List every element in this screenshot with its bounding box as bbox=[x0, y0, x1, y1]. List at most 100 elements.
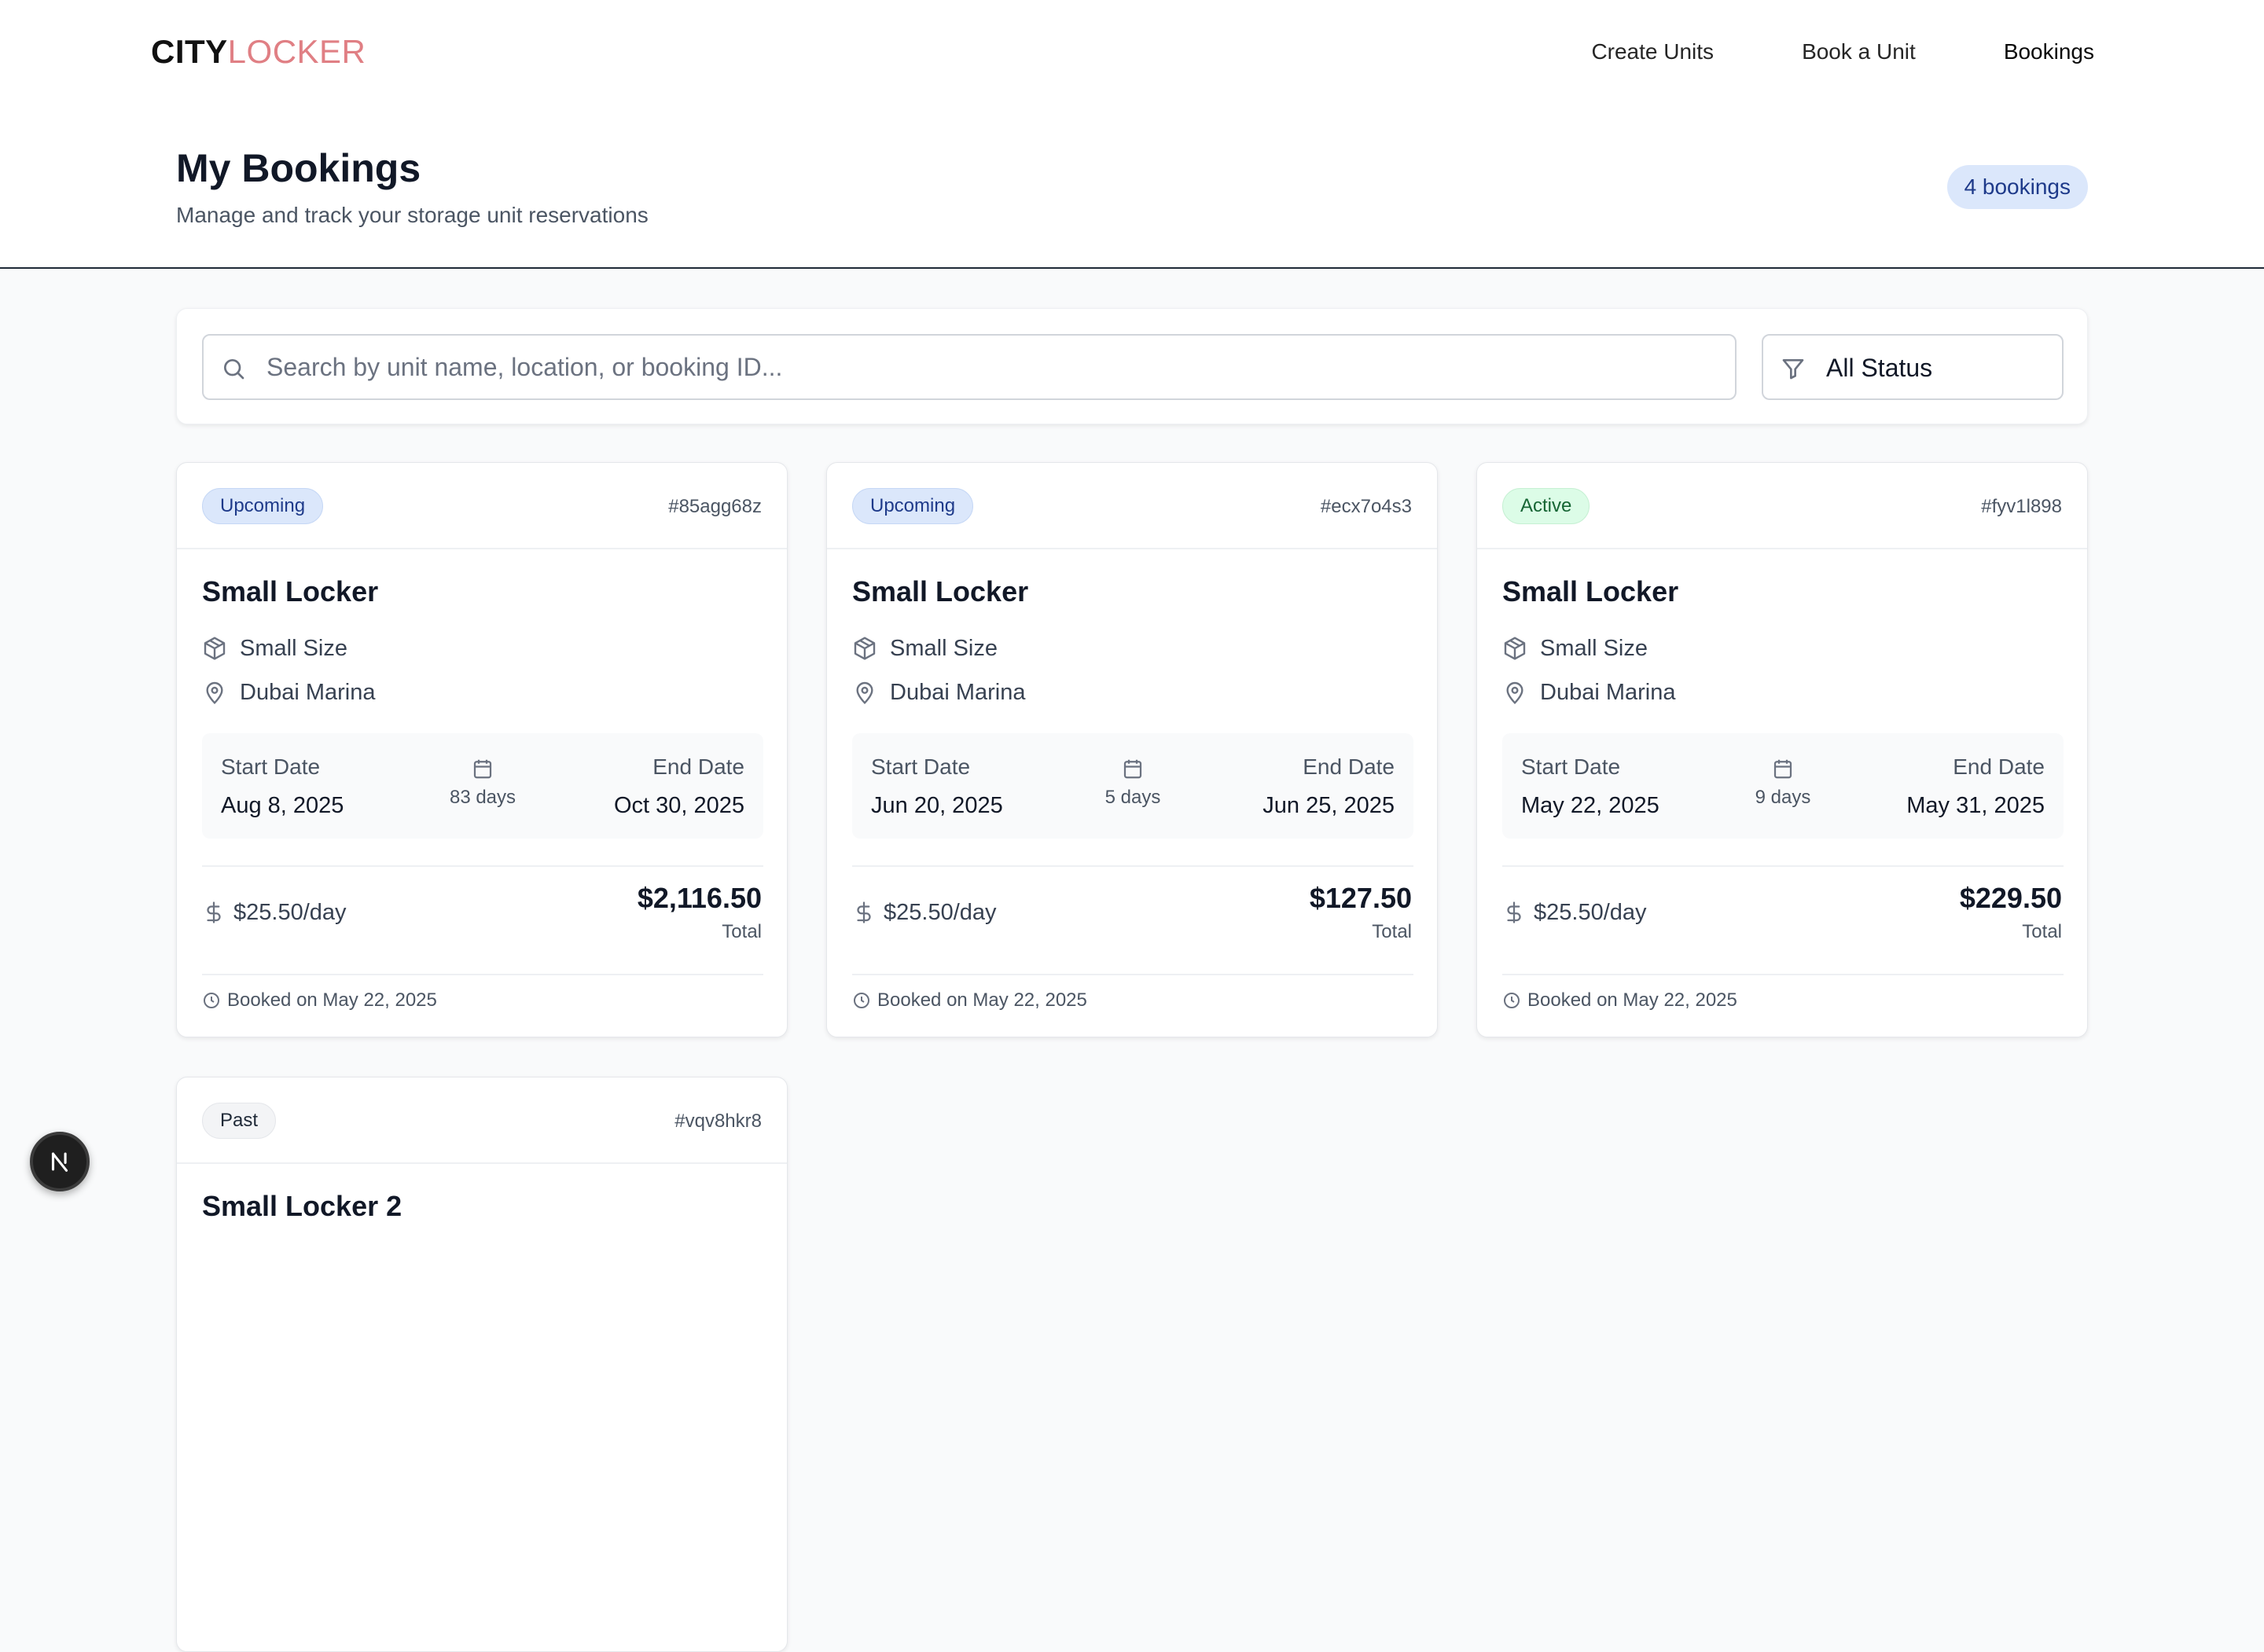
search-icon bbox=[224, 359, 244, 380]
total-label: Total bbox=[1372, 921, 1412, 942]
total-amount: $229.50 bbox=[1959, 882, 2062, 914]
unit-location: Dubai Marina bbox=[890, 680, 1026, 705]
dates-panel: Start Date Aug 8, 2025 83 days End Date … bbox=[202, 733, 763, 839]
brand-logo-part2: LOCKER bbox=[227, 33, 366, 70]
map-pin-icon bbox=[206, 681, 223, 705]
n-logo-icon bbox=[51, 1152, 68, 1172]
filters-bar: All Status bbox=[176, 308, 2088, 424]
booked-on-row: Booked on May 22, 2025 bbox=[202, 988, 437, 1013]
nextjs-dev-badge[interactable] bbox=[30, 1132, 90, 1191]
booking-id: #ecx7o4s3 bbox=[1320, 496, 1412, 517]
unit-size-row: Small Size bbox=[852, 634, 998, 663]
unit-size-row: Small Size bbox=[1502, 634, 1648, 663]
daily-rate: $25.50/day bbox=[233, 899, 347, 925]
unit-location-row: Dubai Marina bbox=[1502, 678, 1675, 707]
end-date: Jun 25, 2025 bbox=[1262, 793, 1395, 818]
dollar-icon bbox=[1507, 901, 1521, 923]
total-amount: $2,116.50 bbox=[637, 882, 762, 914]
page-title: My Bookings bbox=[176, 146, 421, 190]
top-navbar: CITYLOCKER Create Units Book a Unit Book… bbox=[0, 0, 2264, 104]
unit-location-row: Dubai Marina bbox=[852, 678, 1025, 707]
total-amount: $127.50 bbox=[1309, 882, 1412, 914]
daily-rate: $25.50/day bbox=[884, 899, 997, 925]
booking-card[interactable]: Active #fyv1l898 Small Locker Small Size… bbox=[1476, 462, 2088, 1037]
nav-links: Create Units Book a Unit Bookings bbox=[1591, 36, 2094, 68]
status-badge: Upcoming bbox=[852, 488, 974, 524]
nav-link-create-units[interactable]: Create Units bbox=[1591, 36, 1714, 68]
page-subtitle: Manage and track your storage unit reser… bbox=[176, 203, 649, 227]
map-pin-icon bbox=[1506, 681, 1523, 705]
unit-size: Small Size bbox=[240, 636, 347, 661]
unit-location: Dubai Marina bbox=[240, 680, 376, 705]
daily-rate-row: $25.50/day bbox=[202, 898, 347, 927]
booking-card[interactable]: Past #vqv8hkr8 Small Locker 2 bbox=[176, 1077, 788, 1652]
booked-on-row: Booked on May 22, 2025 bbox=[852, 988, 1087, 1013]
status-filter-value: All Status bbox=[1826, 354, 1933, 382]
divider bbox=[202, 974, 763, 975]
unit-size-row: Small Size bbox=[202, 634, 347, 663]
booked-on: Booked on May 22, 2025 bbox=[877, 989, 1087, 1011]
calendar-icon bbox=[1123, 759, 1142, 779]
package-icon bbox=[204, 637, 226, 660]
package-icon bbox=[1504, 637, 1526, 660]
page-header: My Bookings Manage and track your storag… bbox=[0, 104, 2264, 269]
divider bbox=[1502, 865, 2064, 867]
end-date: May 31, 2025 bbox=[1906, 793, 2045, 818]
booked-on: Booked on May 22, 2025 bbox=[227, 989, 437, 1011]
status-badge: Upcoming bbox=[202, 488, 324, 524]
brand-logo-part1: CITY bbox=[151, 33, 228, 70]
end-date-label: End Date bbox=[652, 754, 744, 779]
clock-icon bbox=[204, 993, 219, 1008]
total-label: Total bbox=[722, 921, 762, 942]
booking-id: #vqv8hkr8 bbox=[674, 1111, 762, 1132]
dates-panel: Start Date May 22, 2025 9 days End Date … bbox=[1502, 733, 2064, 839]
map-pin-icon bbox=[856, 681, 873, 705]
divider bbox=[852, 865, 1413, 867]
status-badge: Active bbox=[1502, 488, 1590, 524]
divider bbox=[852, 974, 1413, 975]
booking-card[interactable]: Upcoming #85agg68z Small Locker Small Si… bbox=[176, 462, 788, 1037]
nav-link-book-a-unit[interactable]: Book a Unit bbox=[1802, 36, 1916, 68]
booking-card-header: Upcoming #85agg68z bbox=[177, 463, 787, 549]
calendar-icon bbox=[1773, 759, 1792, 779]
end-date: Oct 30, 2025 bbox=[613, 793, 744, 818]
total-label: Total bbox=[2022, 921, 2062, 942]
clock-icon bbox=[1504, 993, 1520, 1008]
dates-panel: Start Date Jun 20, 2025 5 days End Date … bbox=[852, 733, 1413, 839]
booking-id: #fyv1l898 bbox=[1981, 496, 2062, 517]
unit-location: Dubai Marina bbox=[1540, 680, 1676, 705]
unit-name: Small Locker bbox=[1502, 575, 1679, 608]
daily-rate-row: $25.50/day bbox=[852, 898, 997, 927]
unit-size: Small Size bbox=[1540, 636, 1648, 661]
nav-link-bookings[interactable]: Bookings bbox=[2004, 36, 2094, 68]
search-box[interactable] bbox=[202, 334, 1737, 400]
end-date-label: End Date bbox=[1953, 754, 2045, 779]
unit-name: Small Locker 2 bbox=[202, 1190, 402, 1222]
unit-size: Small Size bbox=[890, 636, 998, 661]
daily-rate: $25.50/day bbox=[1534, 899, 1647, 925]
booked-on: Booked on May 22, 2025 bbox=[1527, 989, 1737, 1011]
search-input[interactable] bbox=[266, 347, 1713, 387]
filter-icon bbox=[1782, 359, 1804, 380]
divider bbox=[1502, 974, 2064, 975]
total-block: $229.50 Total bbox=[1960, 881, 2062, 944]
calendar-icon bbox=[473, 759, 492, 779]
divider bbox=[202, 865, 763, 867]
status-badge: Past bbox=[202, 1103, 277, 1139]
booking-card-header: Active #fyv1l898 bbox=[1477, 463, 2087, 549]
end-date-label: End Date bbox=[1303, 754, 1395, 779]
clock-icon bbox=[854, 993, 869, 1008]
unit-name: Small Locker bbox=[852, 575, 1029, 608]
booked-on-row: Booked on May 22, 2025 bbox=[1502, 988, 1737, 1013]
unit-location-row: Dubai Marina bbox=[202, 678, 375, 707]
bookings-count-badge: 4 bookings bbox=[1946, 165, 2088, 209]
package-icon bbox=[854, 637, 876, 660]
status-filter-select[interactable]: All Status bbox=[1762, 334, 2064, 400]
dollar-icon bbox=[857, 901, 871, 923]
brand-logo[interactable]: CITYLOCKER bbox=[151, 31, 366, 72]
total-block: $2,116.50 Total bbox=[638, 881, 762, 944]
booking-card-header: Upcoming #ecx7o4s3 bbox=[827, 463, 1437, 549]
dollar-icon bbox=[207, 901, 221, 923]
total-block: $127.50 Total bbox=[1310, 881, 1412, 944]
booking-card[interactable]: Upcoming #ecx7o4s3 Small Locker Small Si… bbox=[826, 462, 1438, 1037]
